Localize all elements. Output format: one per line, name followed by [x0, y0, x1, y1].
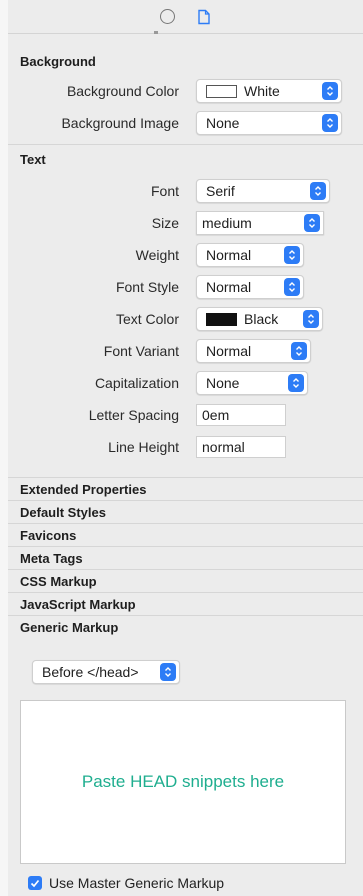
section-title-text: Text: [20, 152, 46, 167]
line-height-label: Line Height: [108, 439, 179, 455]
text-color-label: Text Color: [115, 311, 179, 327]
font-label: Font: [150, 183, 179, 199]
row-text-color: Text Color Black: [8, 303, 363, 335]
background-color-label: Background Color: [66, 83, 179, 99]
generic-position-popup[interactable]: Before </head>: [32, 660, 180, 684]
chevron-updown-icon: [310, 182, 326, 200]
row-capitalization: Capitalization None: [8, 367, 363, 399]
tab-indicator: [154, 31, 158, 34]
font-popup[interactable]: Serif: [196, 179, 330, 203]
font-variant-popup[interactable]: Normal: [196, 339, 311, 363]
section-extended-properties[interactable]: Extended Properties: [8, 477, 363, 500]
color-swatch-white: [206, 84, 237, 98]
section-meta-tags[interactable]: Meta Tags: [8, 546, 363, 569]
letter-spacing-field[interactable]: 0em: [196, 404, 286, 426]
row-background-color: Background Color White: [8, 75, 363, 107]
section-favicons[interactable]: Favicons: [8, 523, 363, 546]
chevron-updown-icon: [322, 114, 338, 132]
snippet-placeholder: Paste HEAD snippets here: [81, 772, 285, 791]
size-combobox[interactable]: medium: [196, 211, 324, 235]
font-variant-label: Font Variant: [103, 343, 179, 359]
section-css-markup[interactable]: CSS Markup: [8, 569, 363, 592]
document-icon[interactable]: [197, 9, 211, 25]
row-background-image: Background Image None: [8, 107, 363, 139]
chevron-updown-icon: [303, 310, 319, 328]
row-weight: Weight Normal: [8, 239, 363, 271]
chevron-updown-icon: [284, 278, 300, 296]
row-line-height: Line Height normal: [8, 431, 363, 463]
font-style-popup[interactable]: Normal: [196, 275, 304, 299]
color-swatch-black: [206, 312, 237, 326]
inspector-tab-bar: [8, 0, 363, 34]
background-image-label: Background Image: [61, 115, 179, 131]
head-snippet-textarea[interactable]: Paste HEAD snippets here: [20, 700, 346, 864]
background-image-popup[interactable]: None: [196, 111, 342, 135]
row-letter-spacing: Letter Spacing 0em: [8, 399, 363, 431]
section-default-styles[interactable]: Default Styles: [8, 500, 363, 523]
chevron-updown-icon: [160, 663, 176, 681]
line-height-field[interactable]: normal: [196, 436, 286, 458]
section-javascript-markup[interactable]: JavaScript Markup: [8, 592, 363, 615]
row-font-style: Font Style Normal: [8, 271, 363, 303]
capitalization-popup[interactable]: None: [196, 371, 308, 395]
letter-spacing-label: Letter Spacing: [88, 407, 179, 423]
row-size: Size medium: [8, 207, 363, 239]
chevron-updown-icon: [288, 374, 304, 392]
section-generic-markup[interactable]: Generic Markup: [8, 615, 363, 638]
weight-label: Weight: [135, 247, 179, 263]
weight-popup[interactable]: Normal: [196, 243, 304, 267]
row-font-variant: Font Variant Normal: [8, 335, 363, 367]
size-label: Size: [151, 215, 179, 231]
row-font: Font Serif: [8, 175, 363, 207]
section-title-background: Background: [20, 54, 96, 69]
background-color-popup[interactable]: White: [196, 79, 342, 103]
checkmark-icon[interactable]: [28, 876, 42, 890]
chevron-updown-icon: [284, 246, 300, 264]
use-master-markup-label: Use Master Generic Markup: [49, 875, 225, 891]
chevron-updown-icon: [291, 342, 307, 360]
circle-icon[interactable]: [160, 9, 175, 24]
capitalization-label: Capitalization: [94, 375, 179, 391]
chevron-updown-icon: [322, 82, 338, 100]
chevron-updown-icon: [304, 214, 320, 232]
text-color-popup[interactable]: Black: [196, 307, 323, 331]
use-master-markup-checkbox-row[interactable]: Use Master Generic Markup: [28, 875, 224, 891]
font-style-label: Font Style: [115, 279, 179, 295]
